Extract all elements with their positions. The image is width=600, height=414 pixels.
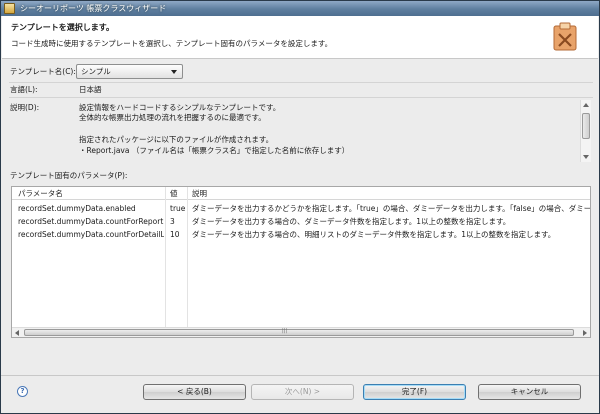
- table-horizontal-scrollbar[interactable]: |||: [12, 327, 590, 337]
- scroll-left-icon[interactable]: [15, 330, 19, 336]
- table-row[interactable]: recordSet.dummyData.countForReport 3 ダミー…: [12, 215, 590, 228]
- header-description: コード生成時に使用するテンプレートを選択し、テンプレート固有のパラメータを設定し…: [11, 39, 333, 48]
- language-label: 言語(L):: [10, 85, 38, 94]
- scroll-up-icon[interactable]: [583, 103, 589, 107]
- param-value-cell[interactable]: 3: [170, 217, 186, 226]
- wizard-header: テンプレートを選択します。 コード生成時に使用するテンプレートを選択し、テンプレ…: [2, 16, 598, 59]
- next-button[interactable]: 次へ(N) >: [251, 384, 354, 400]
- table-header: パラメータ名 値 説明: [12, 187, 590, 200]
- wizard-banner-icon: [553, 22, 577, 51]
- footer-divider: [1, 375, 599, 376]
- param-description-cell: ダミーデータを出力する場合の、明細リストのダミーデータ件数を指定します。1以上の…: [192, 230, 556, 239]
- column-header-value[interactable]: 値: [170, 189, 178, 198]
- description-scrollbar[interactable]: [580, 100, 591, 162]
- window-title: シーオーリポーツ 帳票クラスウィザード: [20, 4, 167, 13]
- param-description-cell: ダミーデータを出力する場合の、ダミーデータ件数を指定します。1以上の整数を指定し…: [192, 217, 511, 226]
- header-title: テンプレートを選択します。: [11, 23, 114, 32]
- description-line: 設定情報をハードコードするシンプルなテンプレートです。: [79, 103, 281, 112]
- scroll-right-icon[interactable]: [583, 330, 587, 336]
- help-icon[interactable]: ?: [17, 386, 28, 397]
- template-select[interactable]: シンプル: [76, 64, 183, 79]
- scroll-down-icon[interactable]: [583, 155, 589, 159]
- template-name-label: テンプレート名(C):: [10, 67, 76, 76]
- param-name-cell: recordSet.dummyData.countForReport: [18, 217, 164, 226]
- app-icon: [4, 3, 15, 14]
- description-line: 指定されたパッケージに以下のファイルが作成されます。: [79, 135, 274, 144]
- param-name-cell: recordSet.dummyData.countForDetailList: [18, 230, 164, 239]
- language-value: 日本語: [79, 85, 102, 94]
- description-line: ・Report.java （ファイル名は「帳票クラス名」で指定した名前に依存しま…: [79, 146, 350, 155]
- params-table: パラメータ名 値 説明 recordSet.dummyData.enabled …: [11, 186, 591, 338]
- params-label: テンプレート固有のパラメータ(P):: [10, 171, 128, 180]
- template-select-value: シンプル: [81, 67, 111, 76]
- description-line: 全体的な帳票出力処理の流れを把握するのに最適です。: [79, 113, 266, 122]
- column-header-description[interactable]: 説明: [192, 189, 207, 198]
- cancel-button[interactable]: キャンセル: [478, 384, 581, 400]
- chevron-down-icon: [171, 70, 177, 74]
- wizard-window: シーオーリポーツ 帳票クラスウィザード テンプレートを選択します。 コード生成時…: [0, 0, 600, 414]
- table-row[interactable]: recordSet.dummyData.countForDetailList 1…: [12, 228, 590, 241]
- param-description-cell: ダミーデータを出力するかどうかを指定します。「true」の場合、ダミーデータを出…: [192, 204, 590, 213]
- description-box[interactable]: 設定情報をハードコードするシンプルなテンプレートです。 全体的な帳票出力処理の流…: [75, 100, 591, 162]
- back-button[interactable]: < 戻る(B): [143, 384, 246, 400]
- scroll-thumb[interactable]: [582, 113, 590, 139]
- param-name-cell: recordSet.dummyData.enabled: [18, 204, 136, 213]
- param-value-cell[interactable]: true: [170, 204, 186, 213]
- scroll-thumb[interactable]: [24, 329, 574, 336]
- description-label: 説明(D):: [10, 103, 40, 112]
- finish-button[interactable]: 完了(F): [363, 384, 466, 400]
- divider: [9, 82, 593, 83]
- column-header-name[interactable]: パラメータ名: [18, 189, 63, 198]
- title-bar: シーオーリポーツ 帳票クラスウィザード: [1, 1, 599, 16]
- divider: [9, 97, 593, 98]
- table-row[interactable]: recordSet.dummyData.enabled true ダミーデータを…: [12, 202, 590, 215]
- scroll-grip-icon: |||: [282, 328, 288, 334]
- param-value-cell[interactable]: 10: [170, 230, 186, 239]
